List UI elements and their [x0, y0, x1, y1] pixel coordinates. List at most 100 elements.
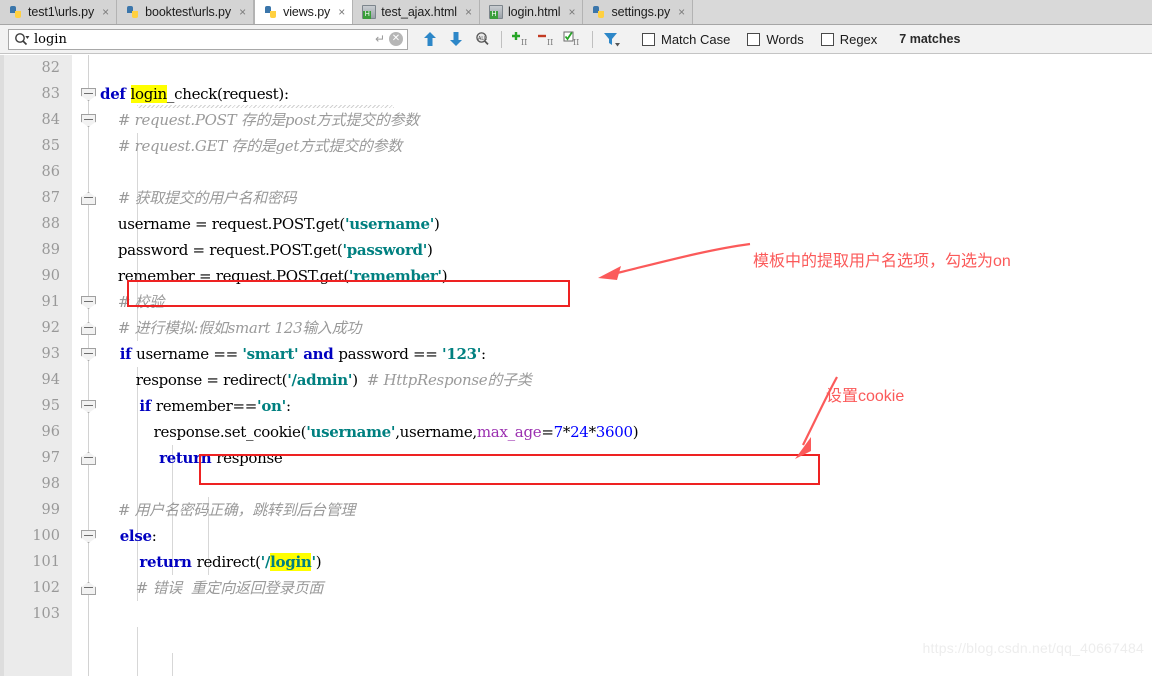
code-line[interactable]: 95 if remember=='on': [0, 393, 1152, 419]
code-line[interactable]: 98 [0, 471, 1152, 497]
checkbox-icon[interactable] [820, 32, 834, 46]
select-occurrence-icon[interactable]: II [561, 28, 585, 50]
code-token: : [481, 345, 486, 363]
code-token: ) [434, 215, 440, 233]
code-line[interactable]: 82 [0, 55, 1152, 81]
search-option-regex[interactable]: Regex [820, 32, 877, 47]
svg-text:II: II [521, 38, 527, 47]
code-line[interactable]: 94 response = redirect('/admin') # HttpR… [0, 367, 1152, 393]
search-icon[interactable] [12, 29, 32, 49]
code-line[interactable]: 87 # 获取提交的用户名和密码 [0, 185, 1152, 211]
search-option-words[interactable]: Words [747, 32, 804, 47]
code-token: 'remember' [348, 267, 442, 285]
code-token: # 获取提交的用户名和密码 [100, 189, 297, 207]
code-text: def login_check(request): [100, 81, 289, 107]
fold-end-icon[interactable] [81, 582, 96, 595]
code-line[interactable]: 85 # request.GET 存的是get方式提交的参数 [0, 133, 1152, 159]
code-text: # 用户名密码正确，跳转到后台管理 [100, 497, 356, 523]
fold-start-icon[interactable] [81, 530, 96, 543]
editor-tab-label: booktest\urls.py [145, 5, 232, 19]
code-token: and [298, 345, 339, 363]
arrow-up-icon[interactable] [418, 28, 442, 50]
code-lines[interactable]: 82 83 def login_check(request): 84 # reques… [0, 55, 1152, 627]
code-line[interactable]: 84 # request.POST 存的是post方式提交的参数 [0, 107, 1152, 133]
search-option-match-case[interactable]: Match Case [642, 32, 730, 47]
code-token: redirect( [196, 553, 261, 571]
search-input[interactable] [32, 30, 375, 48]
code-line[interactable]: 91 # 校验 [0, 289, 1152, 315]
editor-tab-test1-urls-py[interactable]: test1\urls.py × [0, 0, 118, 24]
editor-tab-label: test1\urls.py [28, 5, 95, 19]
fold-end-icon[interactable] [81, 452, 96, 465]
close-tab-icon[interactable]: × [678, 6, 685, 18]
fold-marker-shape [81, 322, 96, 335]
checkbox-icon[interactable] [747, 32, 761, 46]
fold-start-icon[interactable] [81, 88, 96, 101]
arrow-down-icon[interactable] [444, 28, 468, 50]
checkbox-icon[interactable] [642, 32, 655, 46]
indent-guide [172, 653, 173, 676]
code-token: ) [441, 267, 448, 285]
code-text: # 错误 重定向返回登录页面 [100, 575, 324, 601]
code-text: response = redirect('/admin') # HttpResp… [100, 367, 532, 393]
code-token: else [100, 527, 152, 545]
code-line[interactable]: 103 [0, 601, 1152, 627]
fold-start-icon[interactable] [81, 296, 96, 309]
editor-tab-views-py[interactable]: views.py × [254, 0, 354, 24]
close-tab-icon[interactable]: × [338, 6, 345, 18]
filter-icon[interactable] [600, 28, 624, 50]
select-all-occurrences-icon[interactable]: II [509, 28, 533, 50]
code-token: # request.POST 存的是post方式提交的参数 [100, 111, 419, 129]
code-line[interactable]: 101 return redirect('/login') [0, 549, 1152, 575]
fold-start-icon[interactable] [81, 114, 96, 127]
line-number: 90 [41, 268, 60, 284]
remember-annotation-text: 模板中的提取用户名选项，勾选为on [753, 253, 1011, 270]
code-token: # 校验 [100, 293, 165, 311]
watermark: https://blog.csdn.net/qq_40667484 [922, 640, 1144, 656]
svg-text:ALL: ALL [478, 36, 487, 42]
code-token: remember== [155, 397, 258, 415]
close-tab-icon[interactable]: × [102, 6, 109, 18]
code-line[interactable]: 102 # 错误 重定向返回登录页面 [0, 575, 1152, 601]
close-tab-icon[interactable]: × [568, 6, 575, 18]
code-editor[interactable]: 82 83 def login_check(request): 84 # reques… [0, 55, 1152, 676]
remove-occurrence-icon[interactable]: II [535, 28, 559, 50]
editor-tab-login-html[interactable]: login.html × [479, 0, 584, 24]
code-text: return redirect('/login') [100, 549, 322, 575]
line-number: 102 [32, 580, 60, 596]
python-file-icon [264, 5, 278, 19]
fold-start-icon[interactable] [81, 400, 96, 413]
code-line[interactable]: 86 [0, 159, 1152, 185]
code-line[interactable]: 93 if username == 'smart' and password =… [0, 341, 1152, 367]
editor-tab-settings-py[interactable]: settings.py × [583, 0, 694, 24]
code-token: # 进行模拟:假如smart 123输入成功 [100, 319, 362, 337]
code-line[interactable]: 100 else: [0, 523, 1152, 549]
search-field-wrapper[interactable]: ↵ ✕ [8, 28, 408, 50]
fold-start-icon[interactable] [81, 348, 96, 361]
close-tab-icon[interactable]: × [239, 6, 246, 18]
code-line[interactable]: 92 # 进行模拟:假如smart 123输入成功 [0, 315, 1152, 341]
fold-marker-dash [84, 301, 93, 302]
editor-tab-booktest-urls-py[interactable]: booktest\urls.py × [117, 0, 255, 24]
code-token: max_age [476, 423, 542, 441]
code-line[interactable]: 88 username = request.POST.get('username… [0, 211, 1152, 237]
line-number: 83 [41, 86, 60, 102]
code-text: # request.POST 存的是post方式提交的参数 [100, 107, 419, 133]
code-line[interactable]: 99 # 用户名密码正确，跳转到后台管理 [0, 497, 1152, 523]
inspection-squiggle [137, 105, 394, 108]
line-number: 91 [41, 294, 60, 310]
editor-tab-test_ajax-html[interactable]: test_ajax.html × [353, 0, 480, 24]
code-line[interactable]: 83 def login_check(request): [0, 81, 1152, 107]
close-tab-icon[interactable]: × [465, 6, 472, 18]
fold-end-icon[interactable] [81, 192, 96, 205]
svg-text:II: II [547, 38, 553, 47]
find-all-icon[interactable]: ALL [470, 28, 494, 50]
code-line[interactable]: 97 return response [0, 445, 1152, 471]
code-text: # 校验 [100, 289, 164, 315]
code-token: response [216, 449, 283, 467]
code-line[interactable]: 96 response.set_cookie('username',userna… [0, 419, 1152, 445]
clear-search-icon[interactable]: ✕ [389, 32, 403, 46]
code-token: * [588, 423, 597, 441]
code-token: login [270, 553, 312, 571]
fold-end-icon[interactable] [81, 322, 96, 335]
